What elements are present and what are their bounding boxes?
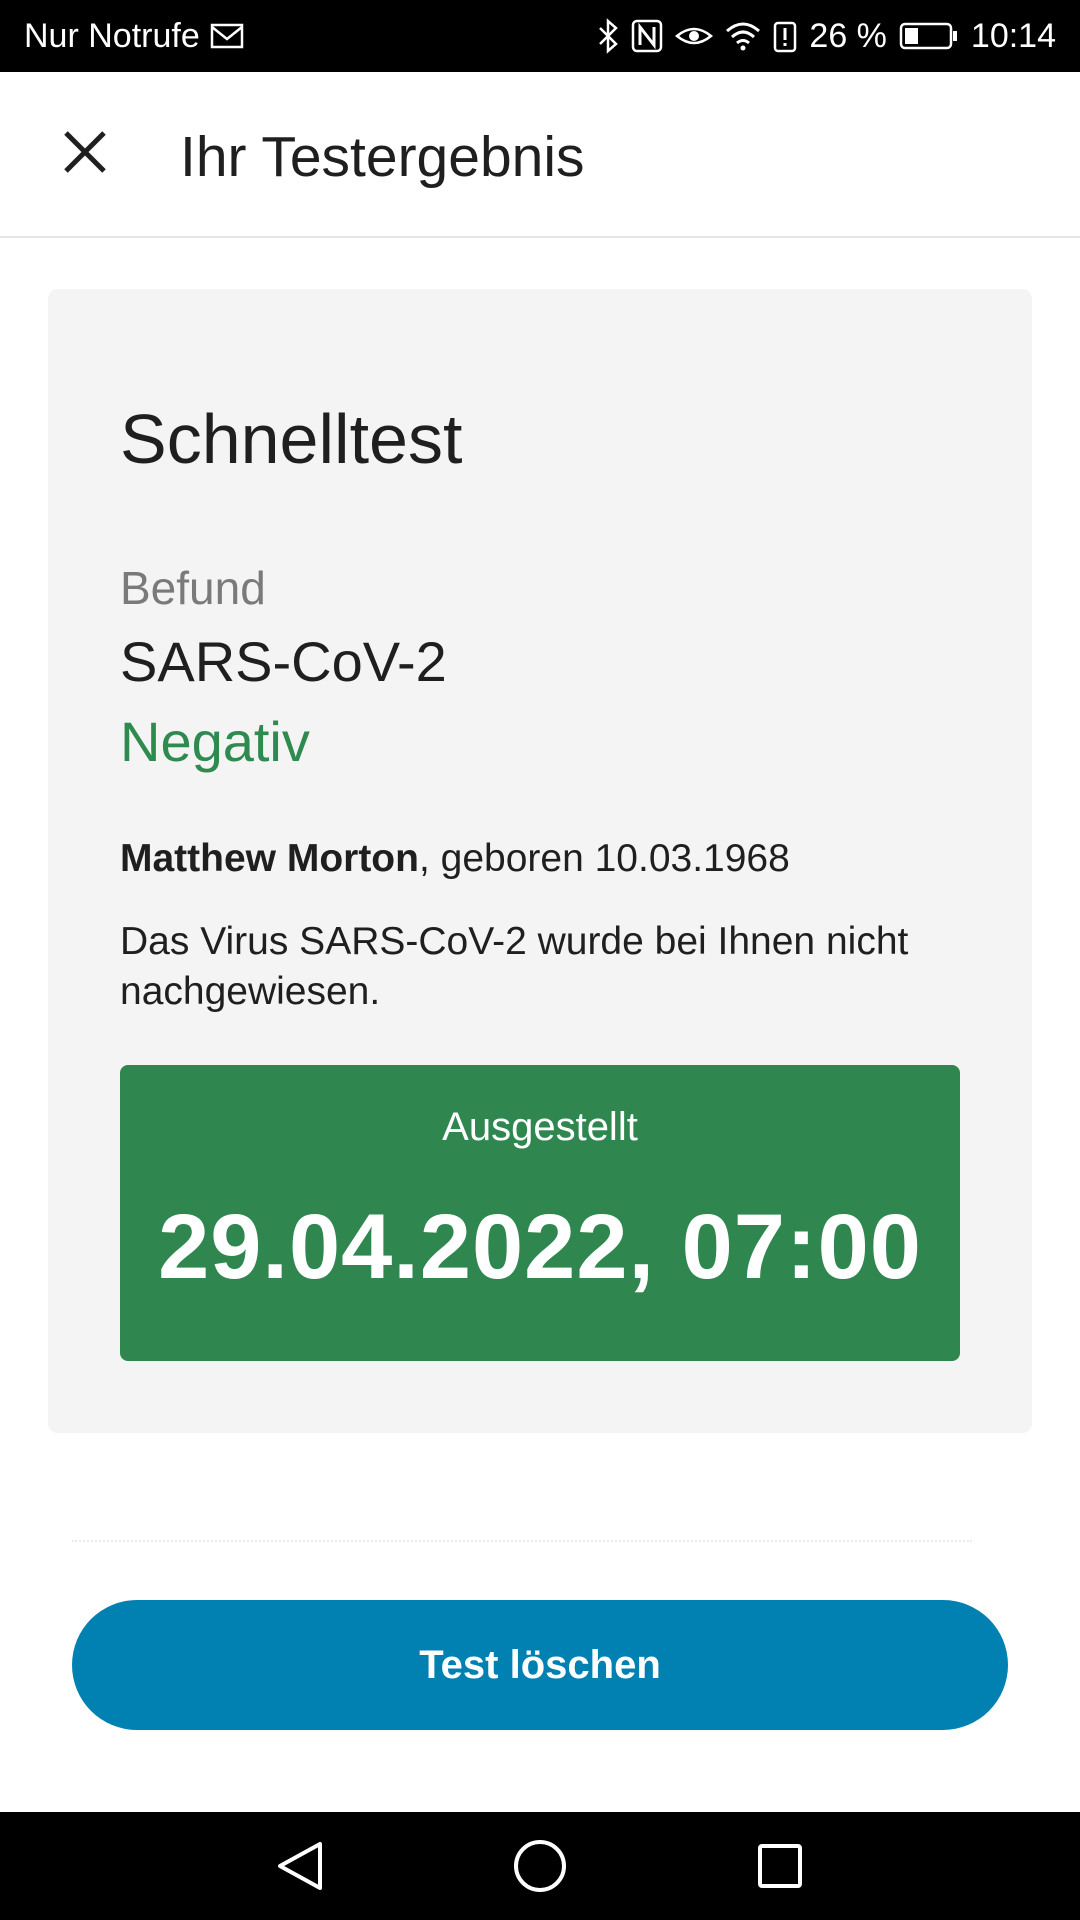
issued-box: Ausgestellt 29.04.2022, 07:00: [120, 1065, 960, 1361]
battery-icon: [899, 21, 959, 51]
status-bar: Nur Notrufe 26 % 10:14: [0, 0, 1080, 72]
clock: 10:14: [970, 16, 1056, 55]
close-icon: [64, 131, 106, 173]
finding-label: Befund: [120, 562, 266, 614]
nfc-icon: [631, 19, 663, 53]
test-type-title: Schnelltest: [120, 400, 463, 478]
status-left: Nur Notrufe: [24, 17, 244, 56]
person-name: Matthew Morton: [120, 837, 419, 880]
delete-test-button[interactable]: Test löschen: [72, 1600, 1008, 1730]
home-icon: [514, 1840, 566, 1892]
carrier-text: Nur Notrufe: [24, 16, 200, 55]
back-icon: [278, 1842, 322, 1890]
battery-percent: 26 %: [809, 16, 887, 55]
issued-label: Ausgestellt: [442, 1105, 638, 1149]
screen: Nur Notrufe 26 % 10:14 Ihr Testergebnis …: [0, 0, 1080, 1920]
mail-icon: [210, 23, 244, 49]
bluetooth-icon: [597, 18, 619, 54]
back-button[interactable]: [268, 1834, 332, 1898]
pathogen-name: SARS-CoV-2: [120, 630, 447, 693]
recents-button[interactable]: [748, 1834, 812, 1898]
close-button[interactable]: [40, 107, 130, 197]
recents-icon: [758, 1844, 802, 1888]
status-right: 26 % 10:14: [597, 17, 1056, 56]
issued-datetime: 29.04.2022, 07:00: [158, 1196, 922, 1298]
alert-icon: [773, 19, 797, 53]
app-bar: Ihr Testergebnis: [0, 72, 1080, 238]
person-info: Matthew Morton, geboren 10.03.1968: [120, 837, 790, 881]
wifi-icon: [725, 21, 761, 51]
divider: [72, 1540, 972, 1542]
birth-date: , geboren 10.03.1968: [418, 837, 790, 880]
result-description: Das Virus SARS-CoV-2 wurde bei Ihnen nic…: [120, 920, 909, 1013]
test-result-card: Schnelltest Befund SARS-CoV-2 Negativ Ma…: [48, 289, 1032, 1433]
result-status: Negativ: [120, 710, 310, 773]
home-button[interactable]: [508, 1834, 572, 1898]
page-title: Ihr Testergebnis: [180, 125, 585, 189]
delete-test-label: Test löschen: [419, 1642, 661, 1687]
system-nav-bar: [0, 1812, 1080, 1920]
eye-comfort-icon: [675, 22, 714, 50]
